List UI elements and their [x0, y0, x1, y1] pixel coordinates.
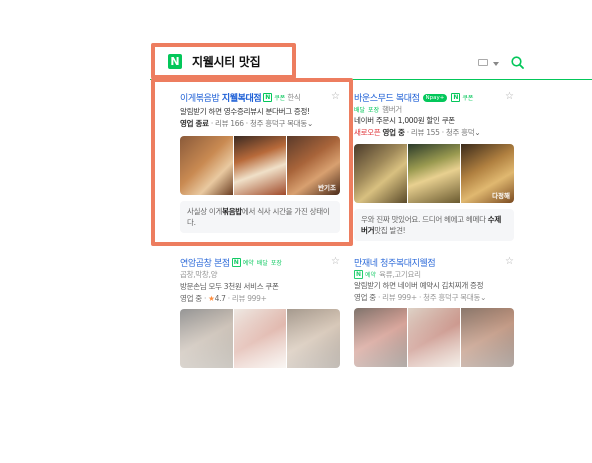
food-photo[interactable]: [287, 309, 340, 368]
place-category: 햄버거: [382, 105, 402, 114]
food-photo[interactable]: [233, 309, 287, 368]
food-photo[interactable]: [407, 308, 461, 367]
place-card[interactable]: 연암곱창 본점 N 예약 배달 포장 ☆ 곱창,막창,양 방문손님 모두 3천원…: [180, 256, 340, 368]
promo-text: 알림받기 하면 네이버 예약시 김치찌개 증정: [354, 281, 484, 290]
search-results-screen: N 지웰시티 맛집 이게볶음밥 지웰복대점 N 쿠폰 한식 ☆ 알림받기 하면 …: [0, 0, 592, 463]
takeout-tag: 포장: [368, 107, 380, 114]
review-blurb[interactable]: 우와 진짜 맛있어요. 드디어 헤에고 헤메다 수제버거맛집 발견!: [354, 209, 514, 241]
place-category: 육류,고기요리: [379, 270, 421, 279]
photo-strip[interactable]: [180, 309, 340, 368]
delivery-tag: 배달: [354, 107, 366, 114]
photo-strip[interactable]: [354, 308, 514, 367]
feature-row: N 예약 육류,고기요리: [354, 269, 514, 280]
star-icon[interactable]: ☆: [331, 256, 340, 268]
feature-row: 배달 포장 햄버거: [354, 104, 514, 115]
place-category: 곱창,막창,양: [180, 270, 218, 279]
chevron-down-icon[interactable]: [493, 62, 499, 66]
naver-badge-icon: N: [231, 258, 241, 267]
naver-badge-icon: N: [451, 93, 461, 102]
food-photo[interactable]: [461, 308, 514, 367]
food-photo[interactable]: 다정해: [461, 144, 514, 203]
reserve-tag: 예약: [242, 260, 254, 267]
search-icon[interactable]: [511, 56, 524, 69]
delivery-tag: 배달: [256, 260, 268, 267]
food-photo[interactable]: [354, 144, 407, 203]
promo-text: 방문손님 모두 3천원 서비스 쿠폰: [180, 282, 279, 291]
food-photo[interactable]: [407, 144, 461, 203]
place-meta: 영업 중 · ★4.7 · 리뷰 999+: [180, 294, 267, 303]
star-icon[interactable]: ☆: [505, 91, 514, 103]
star-icon[interactable]: ☆: [505, 256, 514, 268]
first-result-highlight: [151, 78, 353, 246]
food-photo[interactable]: [354, 308, 407, 367]
coupon-tag: 쿠폰: [462, 95, 474, 102]
place-meta: 새로오픈 영업 중 · 리뷰 155 · 청주 흥덕⌄: [354, 128, 481, 137]
photo-strip[interactable]: 다정해: [354, 144, 514, 203]
search-query-highlight: [151, 43, 296, 79]
place-name[interactable]: 만재네 청주복대지웰점: [354, 256, 436, 269]
takeout-tag: 포장: [270, 260, 282, 267]
promo-text: 네이버 주문시 1,000원 할인 쿠폰: [354, 116, 455, 125]
food-photo[interactable]: [180, 309, 233, 368]
npay-badge: Npay+: [422, 93, 448, 102]
place-card[interactable]: 만재네 청주복대지웰점 ☆ N 예약 육류,고기요리 알림받기 하면 네이버 예…: [354, 256, 514, 367]
photo-label: 다정해: [492, 192, 511, 200]
reserve-tag: 예약: [365, 272, 377, 279]
naver-badge-icon: N: [354, 270, 363, 279]
keyboard-icon[interactable]: [478, 59, 488, 66]
place-name[interactable]: 연암곱창 본점: [180, 256, 230, 269]
place-name[interactable]: 바운스무드 복대점: [354, 91, 420, 104]
place-card[interactable]: 바운스무드 복대점 Npay+ N 쿠폰 ☆ 배달 포장 햄버거 네이버 주문시…: [354, 91, 514, 241]
place-meta: 영업 중 · 리뷰 999+ · 청주 흥덕구 복대동⌄: [354, 293, 487, 302]
